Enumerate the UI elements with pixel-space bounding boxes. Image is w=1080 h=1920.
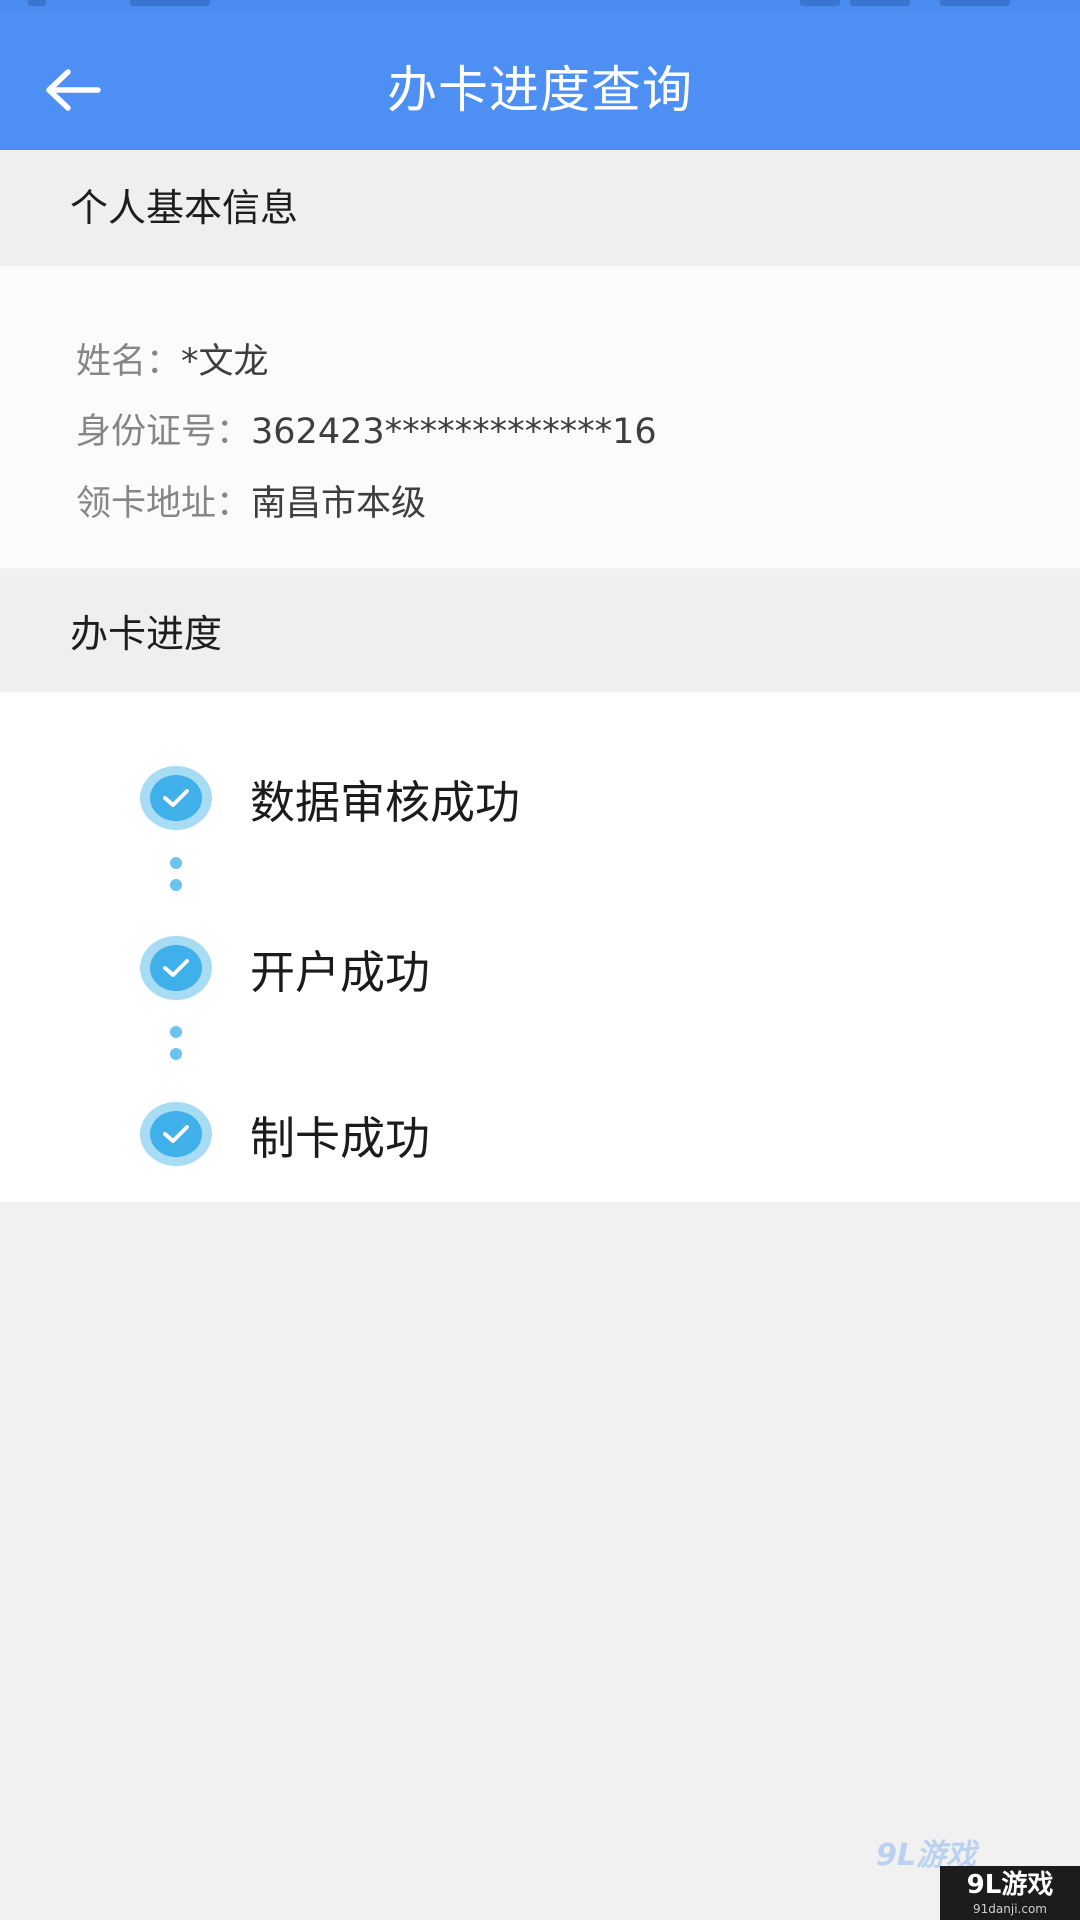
personal-info-card: 姓名：*文龙 身份证号：362423*************16 领卡地址：南…: [0, 266, 1080, 568]
step-connector: [167, 857, 185, 901]
step-connector: [167, 1026, 185, 1070]
progress-step-card-made: 制卡成功: [140, 1098, 430, 1170]
info-value: *文龙: [181, 342, 269, 382]
info-row-id-number: 身份证号：362423*************16: [76, 402, 657, 462]
info-value: 南昌市本级: [251, 484, 427, 524]
page-title: 办卡进度查询: [387, 61, 693, 119]
step-label: 制卡成功: [250, 1111, 431, 1165]
info-label: 领卡地址：: [76, 484, 252, 524]
progress-step-data-review: 数据审核成功: [140, 762, 520, 834]
watermark-subtext: 91danji.com: [973, 1902, 1047, 1916]
info-label: 身份证号：: [76, 412, 252, 452]
watermark-logo: 9L游戏 91danji.com: [940, 1866, 1080, 1920]
progress-section-header: 办卡进度: [0, 576, 1080, 692]
app-header: 办卡进度查询: [0, 0, 1080, 150]
check-circle-icon: [140, 1102, 212, 1166]
section-title: 办卡进度: [70, 612, 223, 656]
step-label: 开户成功: [250, 945, 431, 999]
info-label: 姓名：: [76, 342, 182, 382]
section-title: 个人基本信息: [70, 186, 299, 230]
step-label: 数据审核成功: [250, 775, 521, 829]
personal-info-section-header: 个人基本信息: [0, 150, 1080, 266]
info-value: 362423*************16: [251, 412, 657, 452]
check-circle-icon: [140, 936, 212, 1000]
watermark-text: 9L游戏: [966, 1870, 1054, 1900]
status-bar: [0, 0, 1080, 10]
check-circle-icon: [140, 766, 212, 830]
progress-card: 数据审核成功 开户成功 制卡成功: [0, 692, 1080, 1202]
progress-step-account-opened: 开户成功: [140, 932, 430, 1004]
info-row-name: 姓名：*文龙: [76, 332, 269, 392]
info-row-pickup-address: 领卡地址：南昌市本级: [76, 474, 426, 534]
